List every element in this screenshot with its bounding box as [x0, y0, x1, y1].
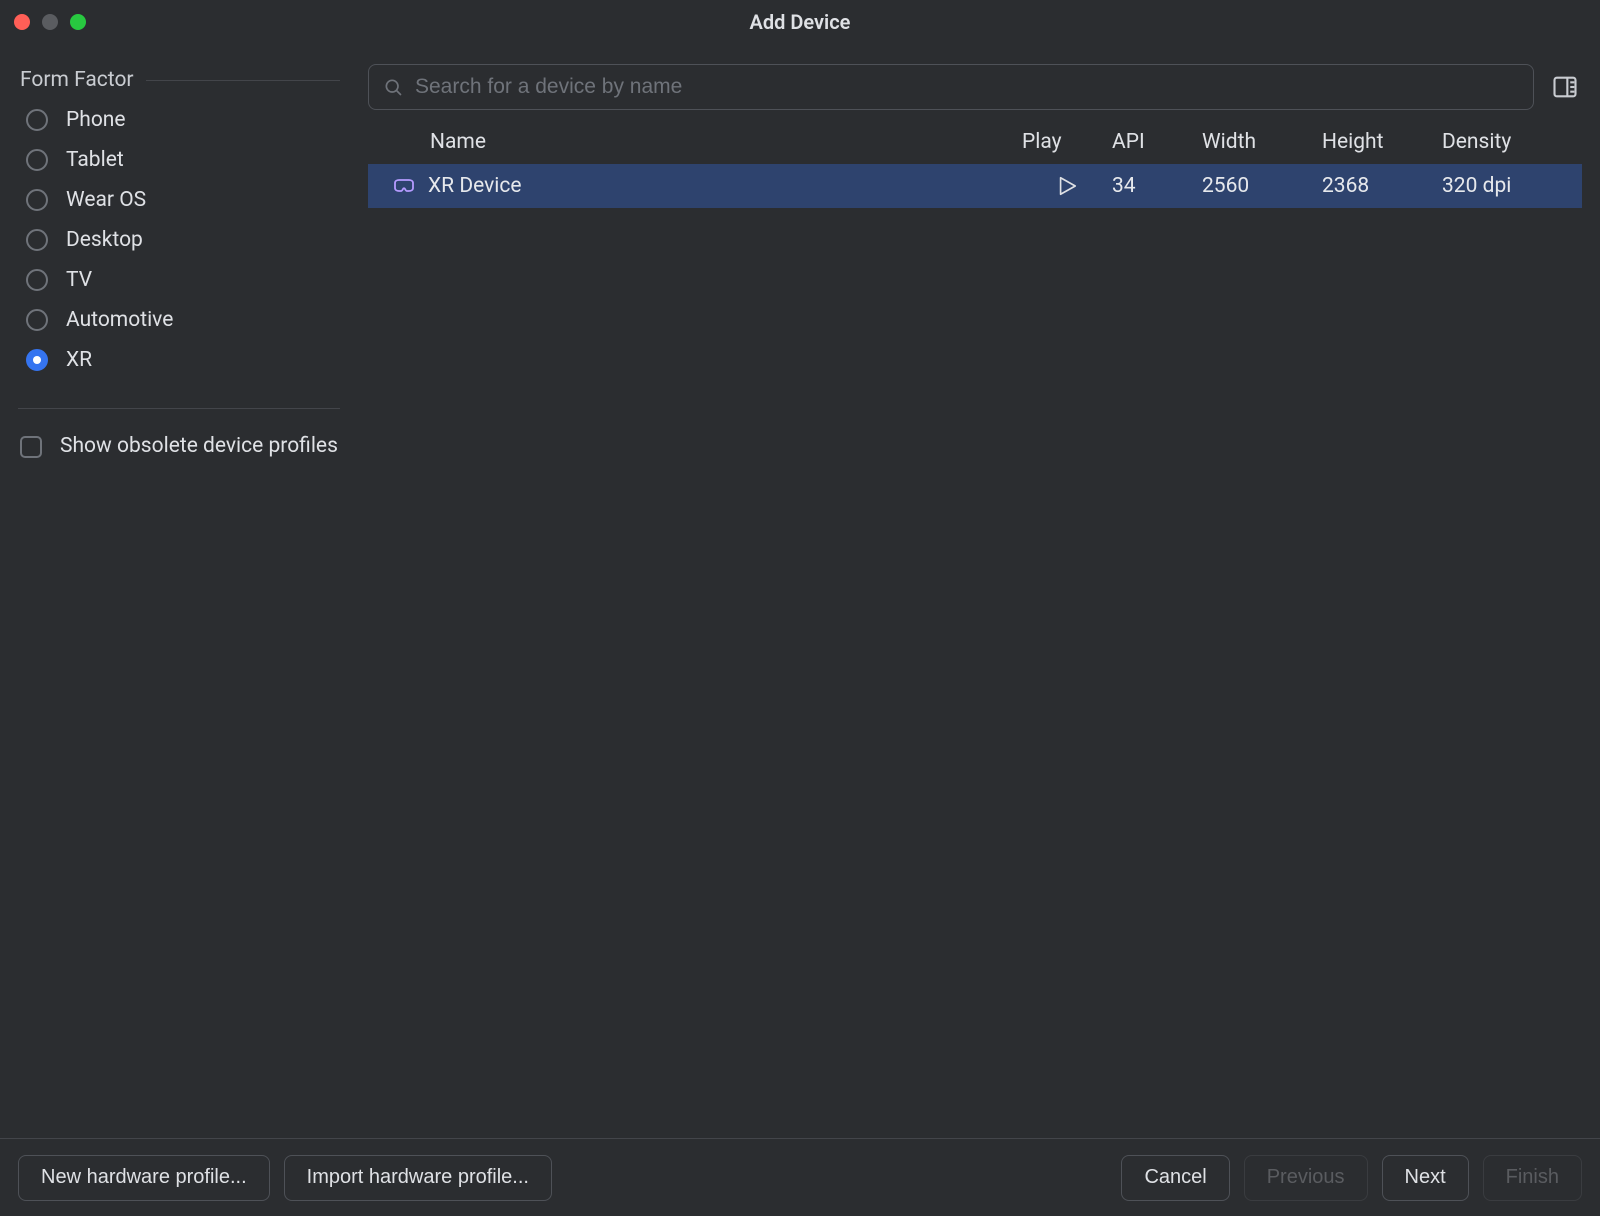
- import-hardware-profile-button[interactable]: Import hardware profile...: [284, 1155, 552, 1201]
- radio-label: XR: [66, 348, 92, 372]
- radio-label: Phone: [66, 108, 126, 132]
- checkbox-icon: [20, 436, 42, 458]
- device-name: XR Device: [428, 174, 522, 198]
- radio-icon: [26, 149, 48, 171]
- radio-icon: [26, 309, 48, 331]
- column-width[interactable]: Width: [1202, 130, 1322, 154]
- show-obsolete-checkbox[interactable]: Show obsolete device profiles: [18, 433, 340, 460]
- xr-device-icon: [392, 176, 416, 196]
- radio-icon: [26, 269, 48, 291]
- search-input[interactable]: [415, 75, 1519, 99]
- column-api[interactable]: API: [1112, 130, 1202, 154]
- form-factor-label: Form Factor: [20, 68, 134, 92]
- form-factor-automotive[interactable]: Automotive: [26, 308, 340, 332]
- table-row[interactable]: XR Device 34 2560 2368 320 dpi: [368, 164, 1582, 208]
- header-divider: [146, 80, 340, 81]
- close-window-button[interactable]: [14, 14, 30, 30]
- sidebar: Form Factor Phone Tablet Wear OS Desktop: [0, 44, 358, 1138]
- column-height[interactable]: Height: [1322, 130, 1442, 154]
- finish-button: Finish: [1483, 1155, 1582, 1201]
- next-button[interactable]: Next: [1382, 1155, 1469, 1201]
- minimize-window-button[interactable]: [42, 14, 58, 30]
- zoom-window-button[interactable]: [70, 14, 86, 30]
- cancel-button[interactable]: Cancel: [1121, 1155, 1229, 1201]
- content-area: Form Factor Phone Tablet Wear OS Desktop: [0, 44, 1600, 1138]
- radio-icon: [26, 109, 48, 131]
- radio-icon: [26, 349, 48, 371]
- window-controls: [14, 14, 86, 30]
- search-row: [368, 64, 1582, 110]
- search-icon: [383, 77, 403, 97]
- form-factor-xr[interactable]: XR: [26, 348, 340, 372]
- form-factor-wear-os[interactable]: Wear OS: [26, 188, 340, 212]
- radio-label: Desktop: [66, 228, 143, 252]
- cell-api: 34: [1112, 174, 1202, 198]
- cell-play: [1022, 175, 1112, 197]
- new-hardware-profile-button[interactable]: New hardware profile...: [18, 1155, 270, 1201]
- form-factor-phone[interactable]: Phone: [26, 108, 340, 132]
- sidebar-divider: [18, 408, 340, 409]
- title-bar: Add Device: [0, 0, 1600, 44]
- cell-name: XR Device: [392, 174, 1022, 198]
- cell-density: 320 dpi: [1442, 174, 1572, 198]
- play-store-icon: [1056, 175, 1078, 197]
- form-factor-desktop[interactable]: Desktop: [26, 228, 340, 252]
- table-header: Name Play API Width Height Density: [368, 120, 1582, 164]
- column-play[interactable]: Play: [1022, 130, 1112, 154]
- search-box[interactable]: [368, 64, 1534, 110]
- radio-icon: [26, 229, 48, 251]
- details-panel-toggle[interactable]: [1548, 70, 1582, 104]
- cell-width: 2560: [1202, 174, 1322, 198]
- cell-height: 2368: [1322, 174, 1442, 198]
- form-factor-tv[interactable]: TV: [26, 268, 340, 292]
- radio-label: TV: [66, 268, 92, 292]
- device-table: Name Play API Width Height Density XR De…: [368, 120, 1582, 1138]
- window-title: Add Device: [750, 10, 851, 34]
- form-factor-radio-group: Phone Tablet Wear OS Desktop TV Automoti…: [18, 108, 340, 372]
- previous-button: Previous: [1244, 1155, 1368, 1201]
- main-panel: Name Play API Width Height Density XR De…: [358, 44, 1600, 1138]
- radio-label: Tablet: [66, 148, 124, 172]
- sidebar-header: Form Factor: [18, 68, 340, 92]
- checkbox-label: Show obsolete device profiles: [60, 433, 338, 460]
- column-name[interactable]: Name: [430, 130, 1022, 154]
- column-density[interactable]: Density: [1442, 130, 1572, 154]
- radio-label: Automotive: [66, 308, 173, 332]
- form-factor-tablet[interactable]: Tablet: [26, 148, 340, 172]
- radio-icon: [26, 189, 48, 211]
- bottom-bar: New hardware profile... Import hardware …: [0, 1138, 1600, 1216]
- radio-label: Wear OS: [66, 188, 146, 212]
